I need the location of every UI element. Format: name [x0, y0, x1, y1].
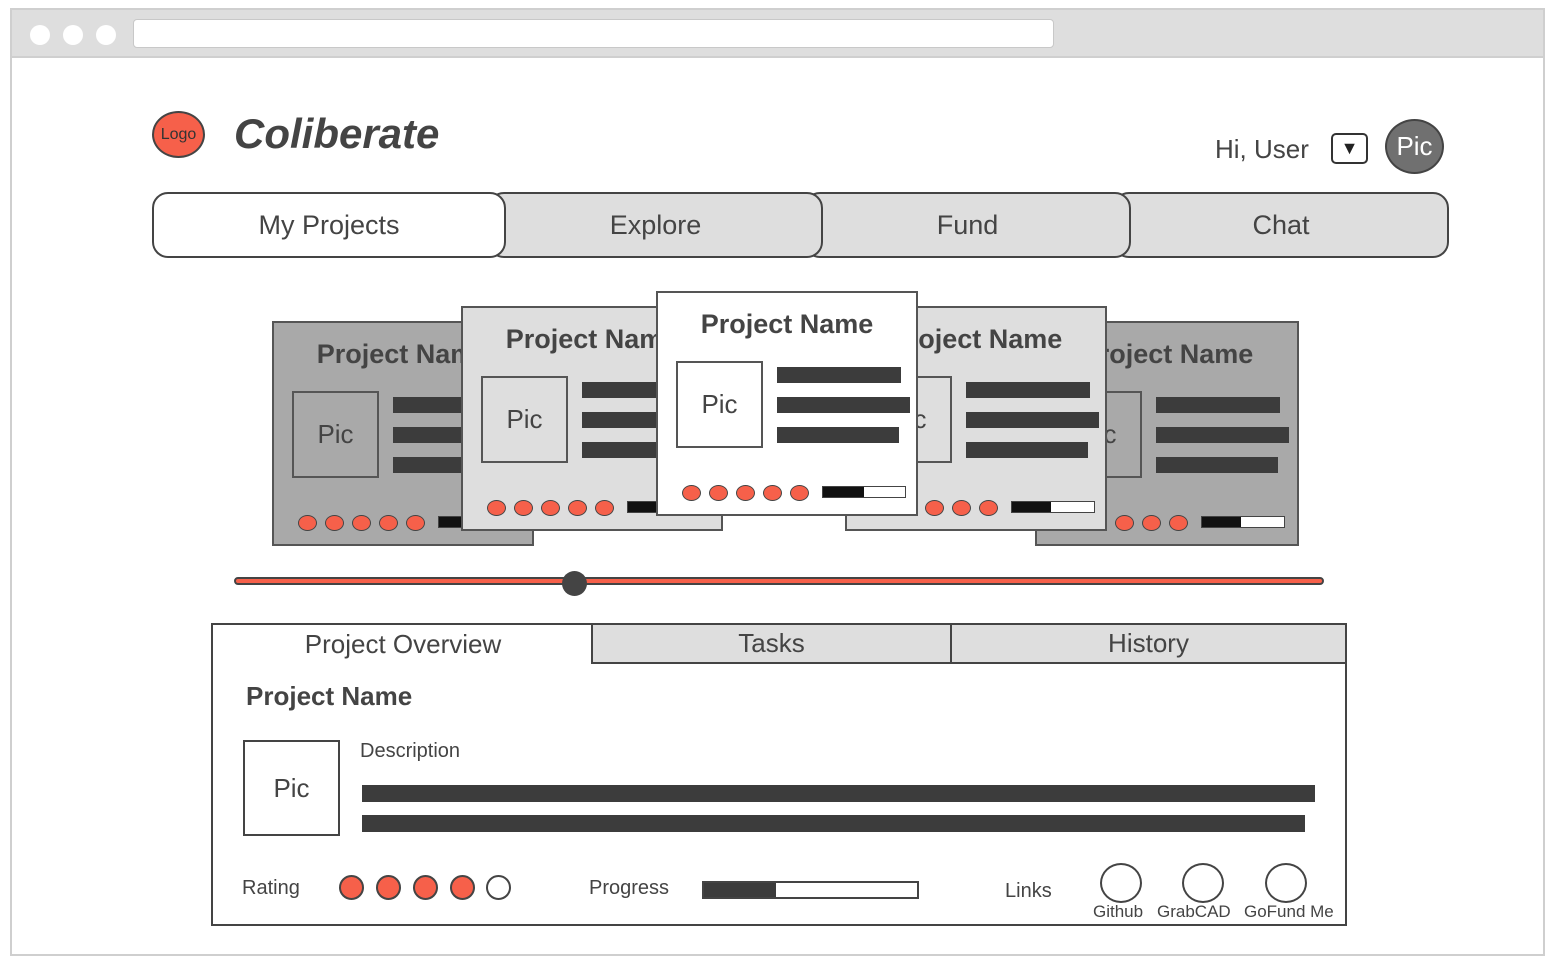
rating-dot[interactable]: [376, 875, 401, 900]
project-card-rating-dot: [298, 515, 317, 531]
chevron-down-icon: ▼: [1340, 138, 1359, 158]
project-card-rating-dot: [763, 485, 782, 501]
rating-dot[interactable]: [450, 875, 475, 900]
address-bar[interactable]: [133, 19, 1054, 48]
progress-label: Progress: [589, 877, 670, 899]
project-card-text-line: [966, 442, 1088, 458]
project-card-rating-dot: [736, 485, 755, 501]
links-label: Links: [1005, 880, 1052, 902]
project-card-rating-dot: [325, 515, 344, 531]
rating-dot[interactable]: [413, 875, 438, 900]
project-card-rating-dot: [541, 500, 560, 516]
tab-project-overview[interactable]: Project Overview: [211, 623, 593, 664]
project-card-rating-dot: [1142, 515, 1161, 531]
project-card-rating-dot: [514, 500, 533, 516]
tab-chat[interactable]: Chat: [1113, 192, 1449, 258]
rating-label: Rating: [242, 877, 300, 899]
project-card-image: Pic: [292, 391, 379, 478]
project-card-text-line: [1156, 397, 1280, 413]
project-card-progress-fill: [1012, 502, 1052, 512]
project-card-progress-bar: [1201, 516, 1285, 528]
project-card-rating-dot: [790, 485, 809, 501]
project-card-text-line: [966, 412, 1099, 428]
browser-toolbar: [12, 10, 1543, 58]
grabcad-link-label[interactable]: GrabCAD: [1157, 902, 1231, 922]
app-title: Coliberate: [234, 110, 440, 157]
description-line: [362, 815, 1305, 832]
user-greeting: Hi, User: [1215, 134, 1309, 164]
project-card-rating-dot: [709, 485, 728, 501]
avatar[interactable]: Pic: [1385, 119, 1444, 174]
project-card-text-line: [1156, 457, 1278, 473]
rating-dot[interactable]: [486, 875, 511, 900]
project-card-rating-dot: [682, 485, 701, 501]
logo[interactable]: Logo: [152, 111, 205, 158]
project-card-rating-dot: [487, 500, 506, 516]
project-card-rating-dot: [1169, 515, 1188, 531]
tab-tasks[interactable]: Tasks: [591, 623, 952, 664]
project-card-rating-dot: [352, 515, 371, 531]
project-card-text-line: [777, 397, 910, 413]
gofundme-link-icon[interactable]: [1265, 863, 1307, 903]
window-maximize-dot[interactable]: [96, 25, 116, 45]
tab-history[interactable]: History: [950, 623, 1347, 664]
project-card-text-line: [582, 442, 662, 458]
project-card-rating-dot: [406, 515, 425, 531]
tab-my-projects[interactable]: My Projects: [152, 192, 506, 258]
project-card-text-line: [582, 412, 662, 428]
carousel-slider-thumb[interactable]: [562, 571, 587, 596]
gofundme-link-label[interactable]: GoFund Me: [1244, 902, 1334, 922]
project-card-rating-dot: [979, 500, 998, 516]
project-card-progress-bar: [1011, 501, 1095, 513]
progress-bar: [702, 881, 919, 899]
user-menu-dropdown[interactable]: ▼: [1331, 133, 1368, 164]
project-card-rating-dot: [568, 500, 587, 516]
project-card-progress-bar: [822, 486, 906, 498]
project-card-rating-dot: [925, 500, 944, 516]
project-card-progress-fill: [823, 487, 864, 497]
rating-dot[interactable]: [339, 875, 364, 900]
project-card-title: Project Name: [700, 309, 874, 339]
project-card-rating-dot: [1115, 515, 1134, 531]
window-close-dot[interactable]: [30, 25, 50, 45]
grabcad-link-icon[interactable]: [1182, 863, 1224, 903]
project-image: Pic: [243, 740, 340, 836]
github-link-icon[interactable]: [1100, 863, 1142, 903]
project-card[interactable]: Project Name Pic: [656, 291, 918, 516]
window-minimize-dot[interactable]: [63, 25, 83, 45]
carousel-slider-track[interactable]: [234, 577, 1324, 585]
project-card-image: Pic: [481, 376, 568, 463]
project-card-progress-fill: [1202, 517, 1242, 527]
project-name-heading: Project Name: [246, 681, 413, 711]
project-card-text-line: [582, 382, 662, 398]
tab-fund[interactable]: Fund: [804, 192, 1131, 258]
project-card-text-line: [777, 427, 899, 443]
progress-fill: [704, 883, 777, 897]
project-card-image: Pic: [676, 361, 763, 448]
project-card-rating-dot: [595, 500, 614, 516]
project-card-text-line: [966, 382, 1090, 398]
tab-explore[interactable]: Explore: [488, 192, 823, 258]
github-link-label[interactable]: Github: [1093, 902, 1143, 922]
project-card-text-line: [777, 367, 901, 383]
project-card-rating-dot: [952, 500, 971, 516]
description-line: [362, 785, 1315, 802]
project-card-text-line: [1156, 427, 1289, 443]
description-label: Description: [360, 740, 461, 762]
project-card-rating-dot: [379, 515, 398, 531]
